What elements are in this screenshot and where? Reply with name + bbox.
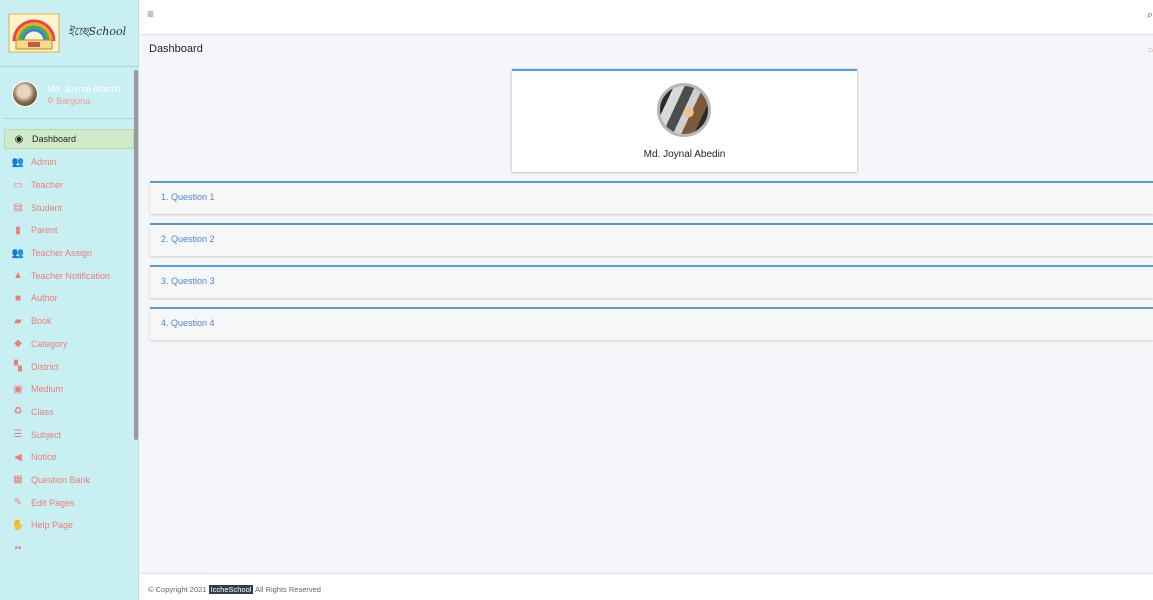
sidebar-item-label: Teacher xyxy=(31,180,64,191)
edit-icon: ✎ xyxy=(13,497,23,509)
sidebar-item-teacher-assign[interactable]: 👥 Teacher Assign xyxy=(0,242,138,265)
sidebar-item-help-page[interactable]: ✋ Help Page xyxy=(0,514,138,537)
sidebar-item-label: Parent xyxy=(31,225,58,236)
id-badge-icon: ▮ xyxy=(15,224,21,236)
question-panel-1[interactable]: 1. Question 1 xyxy=(150,181,1153,214)
sidebar-item-label: Book xyxy=(31,316,52,327)
sidebar-item-question-bank[interactable]: ▦ Question Bank xyxy=(0,469,138,492)
footer: © Copyright 2021 IccheSchool All Rights … xyxy=(139,573,1153,600)
sidebar-item-teacher[interactable]: ▭ Teacher xyxy=(0,174,138,197)
question-title[interactable]: 3. Question 3 xyxy=(161,276,215,286)
bars-icon[interactable]: ≡ xyxy=(147,7,154,21)
question-panel-4[interactable]: 4. Question 4 xyxy=(150,307,1153,340)
sidebar-item-label: Author xyxy=(31,293,58,304)
profile-card: Md. Joynal Abedin xyxy=(512,69,857,172)
page-title: Dashboard xyxy=(149,43,203,55)
sidebar-item-label: Help Page xyxy=(31,520,74,531)
sidebar-item-label: Edit Pages xyxy=(31,497,75,508)
sidebar-item-subject[interactable]: ☰ Subject xyxy=(0,423,138,446)
sidebar-item-notice[interactable]: ◀ Notice xyxy=(0,446,138,469)
map-icon: ▚ xyxy=(14,361,22,373)
sidebar-item-label: Category xyxy=(31,338,68,349)
user-name: Md. Joynal Abedin xyxy=(47,84,121,94)
user-location-text: Barguna xyxy=(56,96,91,106)
user-tie-icon: ■ xyxy=(14,292,22,304)
user-location: ⚲ Barguna xyxy=(47,96,121,107)
question-title[interactable]: 4. Question 4 xyxy=(161,318,215,328)
search-icon[interactable]: ⌕ xyxy=(1147,9,1153,22)
question-panel-2[interactable]: 2. Question 2 xyxy=(150,223,1153,256)
bell-icon: ▲ xyxy=(13,270,23,282)
hands-helping-icon: ✋ xyxy=(11,519,25,531)
map-marker-icon: ⚲ xyxy=(47,96,54,106)
id-card-icon: ▤ xyxy=(13,202,23,214)
sidebar-item-label: Dashboard xyxy=(32,134,77,144)
sidebar-item-label: Student xyxy=(31,202,63,213)
recycle-icon: ♻ xyxy=(13,406,23,418)
sidebar-item-label: Question Bank xyxy=(31,474,91,485)
list-icon: ☰ xyxy=(13,429,23,441)
question-panel-3[interactable]: 3. Question 3 xyxy=(150,265,1153,298)
sidebar-item-parent[interactable]: ▮ Parent xyxy=(0,219,138,242)
brand-name: ইচ্ছেSchool xyxy=(68,24,127,38)
avatar xyxy=(12,81,38,107)
sidebar: ইচ্ছেSchool Md. Joynal Abedin ⚲ Barguna … xyxy=(0,0,139,600)
language-icon: ▣ xyxy=(13,383,23,395)
sidebar-item-student[interactable]: ▤ Student xyxy=(0,196,138,219)
sidebar-item-admin[interactable]: 👥 Admin xyxy=(0,151,138,174)
sidebar-item-label: District xyxy=(31,361,59,372)
brand-logo[interactable]: ইচ্ছেSchool xyxy=(0,0,138,67)
user-panel[interactable]: Md. Joynal Abedin ⚲ Barguna xyxy=(4,67,134,119)
footer-brand-link[interactable]: IccheSchool xyxy=(208,585,254,594)
profile-name: Md. Joynal Abedin xyxy=(643,149,726,160)
sidebar-item-edit-pages[interactable]: ✎ Edit Pages xyxy=(0,491,138,514)
sidebar-item-district[interactable]: ▚ District xyxy=(0,355,138,378)
sidebar-item-label: Medium xyxy=(31,384,64,395)
chalkboard-teacher-icon: ▭ xyxy=(13,179,23,191)
book-icon: ▰ xyxy=(14,315,22,327)
top-navbar: ≡ ⌕ xyxy=(139,0,1153,35)
sidebar-item-label: Class xyxy=(31,406,54,417)
footer-copyright: © Copyright 2021 xyxy=(148,585,207,594)
sidebar-item-more[interactable]: •• xyxy=(0,537,138,560)
sidebar-item-category[interactable]: ◆ Category xyxy=(0,333,138,356)
archive-icon: ▦ xyxy=(13,474,23,486)
sidebar-scrollbar[interactable] xyxy=(134,70,138,440)
tachometer-icon: ◉ xyxy=(14,133,24,145)
sidebar-item-book[interactable]: ▰ Book xyxy=(0,310,138,333)
school-logo-icon xyxy=(8,13,60,53)
breadcrumb-home-link[interactable]: ⌂ xyxy=(1148,45,1153,54)
question-title[interactable]: 1. Question 1 xyxy=(161,192,215,202)
question-title[interactable]: 2. Question 2 xyxy=(161,234,215,244)
users-icon: 👥 xyxy=(11,247,25,259)
sidebar-item-label: Teacher Assign xyxy=(31,248,93,259)
users-icon: 👥 xyxy=(11,156,25,168)
sidebar-item-label: Admin xyxy=(31,157,57,168)
sidebar-item-label: Teacher Notification xyxy=(31,270,111,281)
bullhorn-icon: ◀ xyxy=(14,451,22,463)
sidebar-item-class[interactable]: ♻ Class xyxy=(0,401,138,424)
sidebar-menu: ◉ Dashboard 👥 Admin ▭ Teacher ▤ Student ▮ Par… xyxy=(0,129,138,559)
footer-rights: All Rights Reserved xyxy=(255,585,321,594)
tags-icon: ◆ xyxy=(14,338,22,350)
sidebar-item-label: Notice xyxy=(31,452,57,463)
sidebar-item-medium[interactable]: ▣ Medium xyxy=(0,378,138,401)
profile-avatar xyxy=(657,83,711,137)
sidebar-item-label: Subject xyxy=(31,429,62,440)
sidebar-item-dashboard[interactable]: ◉ Dashboard xyxy=(4,129,134,149)
sidebar-item-teacher-notification[interactable]: ▲ Teacher Notification xyxy=(0,264,138,287)
sidebar-item-author[interactable]: ■ Author xyxy=(0,287,138,310)
users-icon: •• xyxy=(14,542,22,554)
